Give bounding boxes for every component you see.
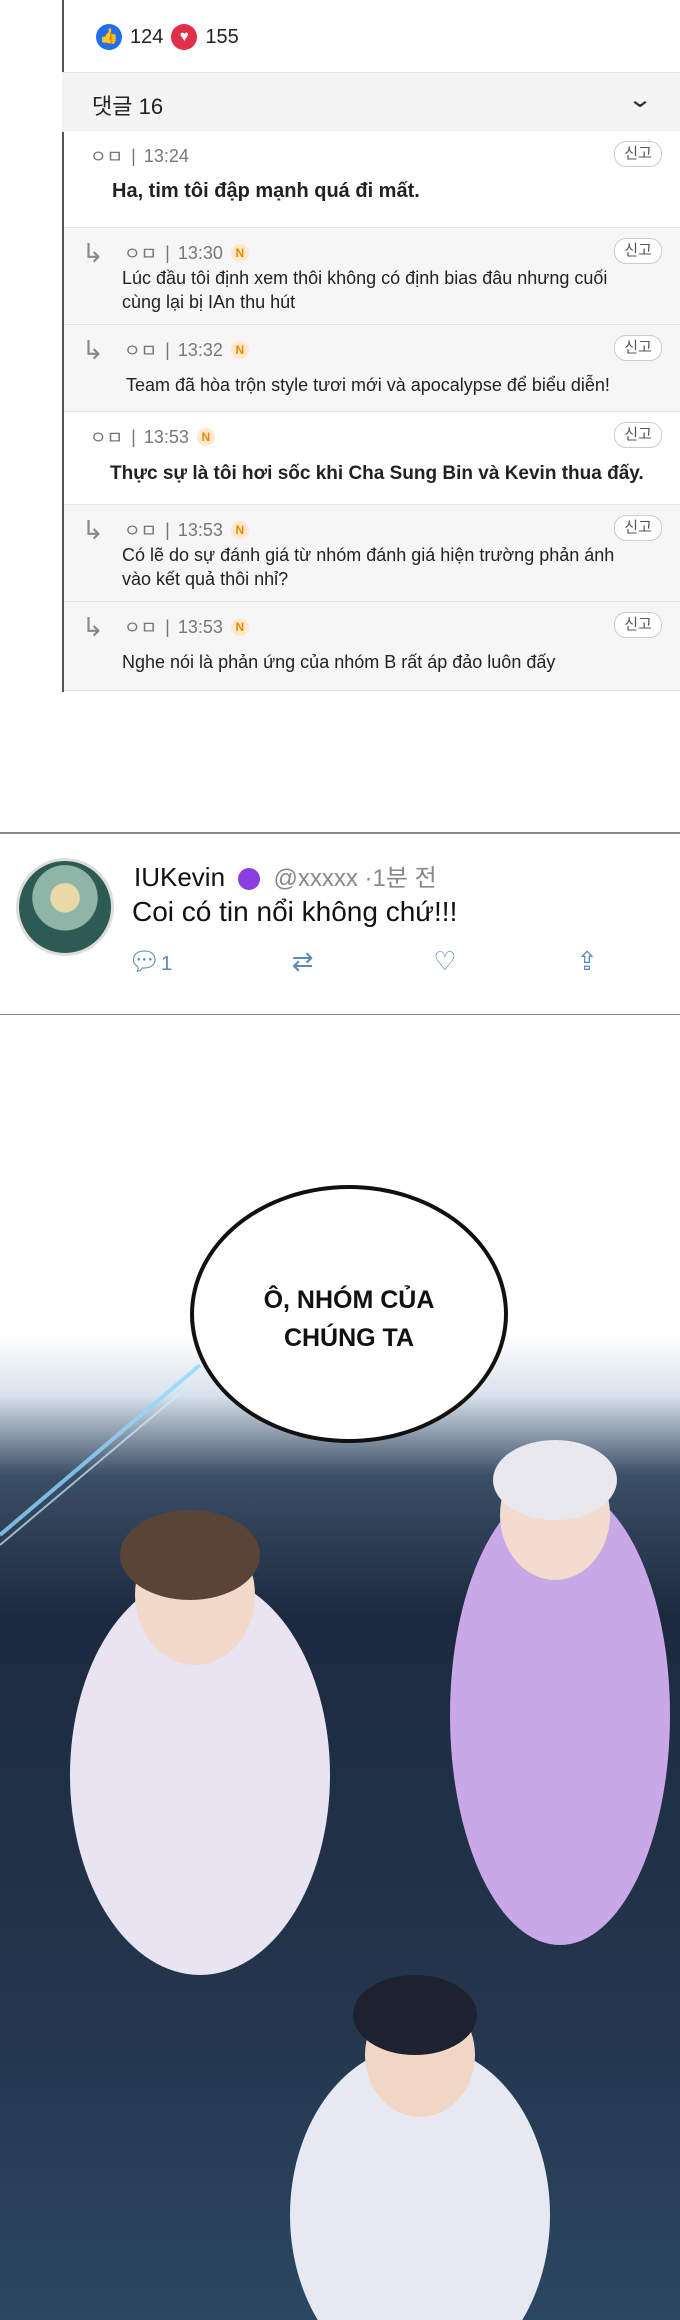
report-button[interactable]: 신고 <box>614 515 662 541</box>
heart-count: 155 <box>205 25 239 48</box>
reply-arrow-icon: ↳ <box>82 612 104 642</box>
report-button[interactable]: 신고 <box>614 422 662 448</box>
bubble-line-2: CHÚNG TA <box>283 1324 415 1352</box>
comments-title: 댓글 16 <box>92 94 164 119</box>
comment-text: Ha, tim tôi đập mạnh quá đi mất. <box>112 180 420 202</box>
comment-text: Nghe nói là phản ứng của nhóm B rất áp đ… <box>122 652 556 672</box>
avatar[interactable] <box>16 858 114 956</box>
heart-outline-icon[interactable]: ♡ <box>433 946 456 977</box>
new-badge-icon: N <box>230 341 249 359</box>
share-icon[interactable]: ⇪ <box>576 946 598 977</box>
comment-text: Có lẽ do sự đánh giá từ nhóm đánh giá hi… <box>122 545 615 589</box>
tweet-text: Coi có tin nổi không chứ!!! <box>132 896 458 927</box>
bubble-line-1: Ô, NHÓM CỦA <box>263 1286 435 1314</box>
tweet-handle: @xxxxx ·1분 전 <box>273 865 437 892</box>
comic-panel: Ô, NHÓM CỦA CHÚNG TA <box>0 1015 680 2320</box>
comment-user: ㅇㅁ <box>124 618 158 638</box>
comment-text: Thực sự là tôi hơi sốc khi Cha Sung Bin … <box>110 463 644 484</box>
retweet-icon[interactable]: ⇄ <box>292 946 314 977</box>
tweet-header: IUKevin @xxxxx ·1분 전 <box>134 858 437 893</box>
reply-item: ↳ ㅇㅁ | 13:53 N 신고 Có lẽ do sự đánh giá t… <box>64 505 680 602</box>
comment-text: Team đã hòa trộn style tươi mới và apoca… <box>126 375 610 395</box>
comment-user: ㅇㅁ <box>124 521 158 541</box>
comment-time: 13:30 <box>177 242 223 263</box>
new-badge-icon: N <box>230 521 249 539</box>
comment-time: 13:53 <box>177 616 223 637</box>
new-badge-icon: N <box>230 618 249 636</box>
new-badge-icon: N <box>230 244 249 262</box>
comment-item: ㅇㅁ | 13:24 신고 Ha, tim tôi đập mạnh quá đ… <box>64 131 680 228</box>
reply-button[interactable]: 💬︎1 <box>128 946 172 977</box>
reply-arrow-icon: ↳ <box>82 515 104 545</box>
new-badge-icon: N <box>196 428 215 446</box>
reply-item: ↳ ㅇㅁ | 13:30 N 신고 Lúc đầu tôi định xem t… <box>64 228 680 325</box>
reply-item: ↳ ㅇㅁ | 13:53 N 신고 Nghe nói là phản ứng c… <box>64 602 680 691</box>
tweet-user-name[interactable]: IUKevin <box>134 862 225 892</box>
report-button[interactable]: 신고 <box>614 612 662 638</box>
report-button[interactable]: 신고 <box>614 238 662 264</box>
reactions-bar: 👍 124 ♥ 155 <box>96 24 239 50</box>
reply-arrow-icon: ↳ <box>82 335 104 365</box>
comment-user: ㅇㅁ <box>90 147 124 167</box>
reply-icon: 💬︎ <box>128 946 162 976</box>
chevron-down-icon[interactable]: ⌄ <box>627 85 653 114</box>
comment-time: 13:53 <box>177 519 223 540</box>
verified-badge-icon <box>238 868 261 891</box>
comments-header[interactable]: 댓글 16 ⌄ <box>62 72 680 132</box>
report-button[interactable]: 신고 <box>614 335 662 361</box>
heart-icon[interactable]: ♥ <box>171 24 198 50</box>
comment-time: 13:32 <box>177 339 223 360</box>
like-icon[interactable]: 👍 <box>96 24 122 50</box>
tweet-card: IUKevin @xxxxx ·1분 전 Coi có tin nổi khôn… <box>0 832 680 1016</box>
speech-bubble: Ô, NHÓM CỦA CHÚNG TA <box>190 1185 508 1443</box>
comment-item: ㅇㅁ | 13:53 N 신고 Thực sự là tôi hơi sốc k… <box>64 412 680 505</box>
comment-user: ㅇㅁ <box>124 341 158 361</box>
comment-time: 13:24 <box>143 145 189 166</box>
reply-arrow-icon: ↳ <box>82 238 104 268</box>
tweet-actions: 💬︎1 ⇄ ♡ ⇪ <box>128 946 598 977</box>
comment-time: 13:53 <box>143 426 189 447</box>
report-button[interactable]: 신고 <box>614 141 662 167</box>
comment-text: Lúc đầu tôi định xem thôi không có định … <box>122 268 608 312</box>
reply-item: ↳ ㅇㅁ | 13:32 N 신고 Team đã hòa trộn style… <box>64 325 680 412</box>
comment-user: ㅇㅁ <box>124 244 158 264</box>
like-count: 124 <box>130 25 164 48</box>
comment-user: ㅇㅁ <box>90 428 124 448</box>
reply-count: 1 <box>161 953 173 975</box>
